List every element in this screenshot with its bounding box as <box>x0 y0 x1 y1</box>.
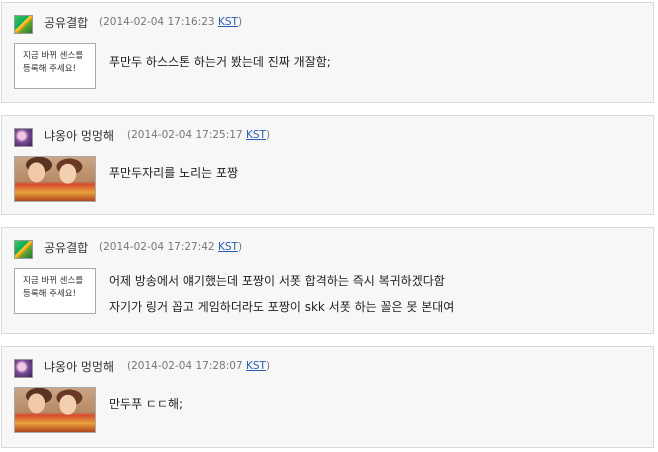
signature-image <box>14 387 96 433</box>
avatar[interactable] <box>14 359 33 378</box>
comment-author[interactable]: 냐옹아 멍멍해 <box>44 358 114 375</box>
comment-timestamp: (2014-02-04 17:28:07 KST) <box>127 360 270 372</box>
signature-line: 등록해 주세요! <box>23 289 77 299</box>
signature-line: 지금 바뀌 센스를 <box>23 276 84 286</box>
timestamp-date: (2014-02-04 17:25:17 <box>127 129 243 141</box>
comment-author[interactable]: 공유결합 <box>44 14 88 31</box>
comment-author[interactable]: 공유결합 <box>44 239 88 256</box>
timezone-link[interactable]: KST <box>218 16 238 28</box>
comment-item: 냐옹아 멍멍해 (2014-02-04 17:28:07 KST) 만두푸 ㄷㄷ… <box>1 346 654 448</box>
comment-item: 냐옹아 멍멍해 (2014-02-04 17:25:17 KST) 푸만두자리를… <box>1 115 654 215</box>
comment-timestamp: (2014-02-04 17:25:17 KST) <box>127 129 270 141</box>
comment-timestamp: (2014-02-04 17:16:23 KST) <box>99 16 242 28</box>
comment-timestamp: (2014-02-04 17:27:42 KST) <box>99 241 242 253</box>
timestamp-date: (2014-02-04 17:16:23 <box>99 16 215 28</box>
avatar[interactable] <box>14 15 33 34</box>
avatar[interactable] <box>14 240 33 259</box>
timestamp-date: (2014-02-04 17:27:42 <box>99 241 215 253</box>
comment-author[interactable]: 냐옹아 멍멍해 <box>44 127 114 144</box>
timezone-link[interactable]: KST <box>246 360 266 372</box>
comment-text: 자기가 링거 꼽고 게임하더라도 포짱이 skk 서폿 하는 꼴은 못 본대여 <box>109 300 455 314</box>
comment-item: 공유결합 (2014-02-04 17:27:42 KST) 지금 바뀌 센스를… <box>1 227 654 334</box>
comment-item: 공유결합 (2014-02-04 17:16:23 KST) 지금 바뀌 센스를… <box>1 2 654 103</box>
comment-text: 푸만두자리를 노리는 포짱 <box>109 166 239 180</box>
timestamp-date: (2014-02-04 17:28:07 <box>127 360 243 372</box>
comment-text: 푸만두 하스스톤 하는거 봤는데 진짜 개잘함; <box>109 55 331 69</box>
signature-line: 등록해 주세요! <box>23 64 77 74</box>
signature-image: 지금 바뀌 센스를 등록해 주세요! <box>14 43 96 89</box>
avatar[interactable] <box>14 128 33 147</box>
timestamp-close: ) <box>237 241 243 253</box>
timestamp-close: ) <box>265 360 271 372</box>
timestamp-close: ) <box>265 129 271 141</box>
timezone-link[interactable]: KST <box>246 129 266 141</box>
signature-line: 지금 바뀌 센스를 <box>23 51 84 61</box>
timezone-link[interactable]: KST <box>218 241 238 253</box>
timestamp-close: ) <box>237 16 243 28</box>
comment-text: 만두푸 ㄷㄷ해; <box>109 397 184 411</box>
signature-image <box>14 156 96 202</box>
comment-text: 어제 방송에서 얘기했는데 포짱이 서폿 합격하는 즉시 복귀하겠다함 <box>109 274 445 288</box>
signature-image: 지금 바뀌 센스를 등록해 주세요! <box>14 268 96 314</box>
